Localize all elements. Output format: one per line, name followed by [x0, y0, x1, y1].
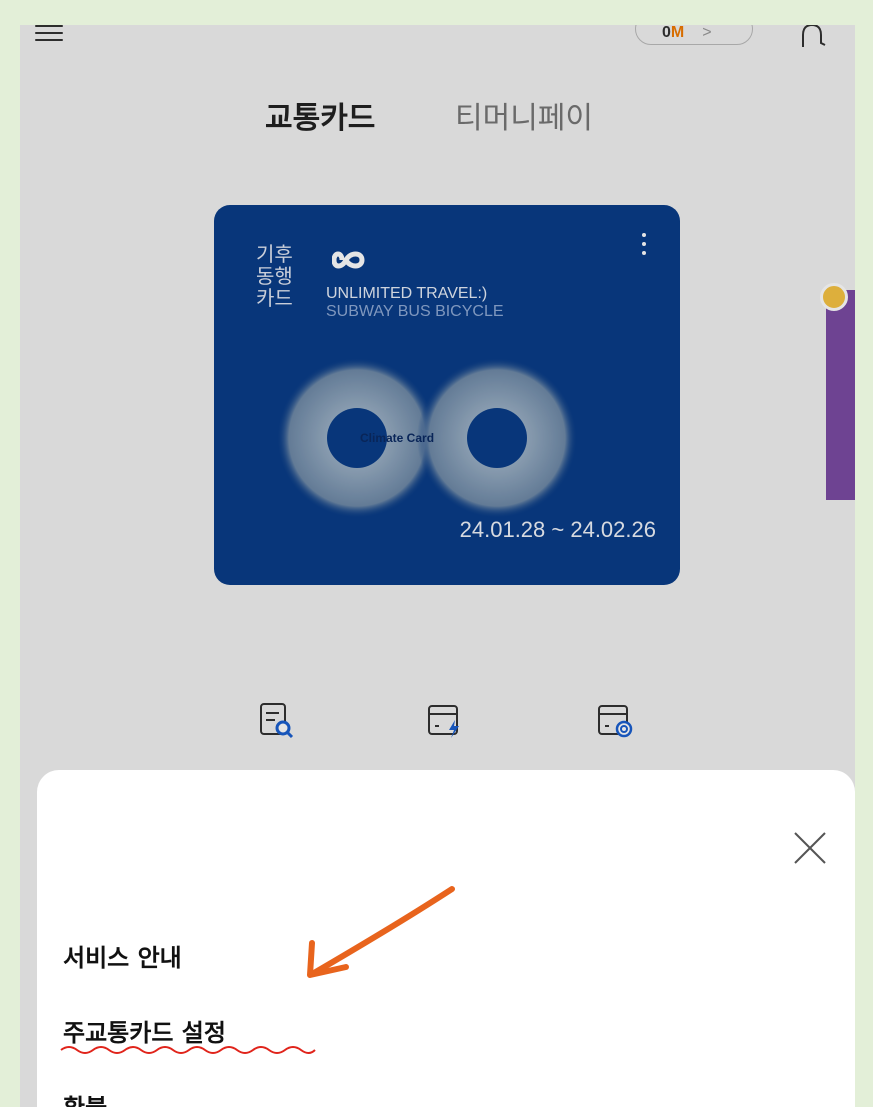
annotation-underline: [60, 1046, 316, 1054]
annotation-arrow: [307, 886, 455, 978]
app-screen: 0 M > 교통카드 티머니페이 기후 동행 카드 UNLIMITED TRAVEL…: [20, 25, 855, 1107]
options-bottom-sheet: 서비스 안내 주교통카드 설정 환불: [37, 770, 855, 1107]
service-guide-item[interactable]: 서비스 안내: [63, 938, 182, 973]
close-icon[interactable]: [792, 830, 828, 866]
refund-item[interactable]: 환불: [63, 1088, 107, 1107]
